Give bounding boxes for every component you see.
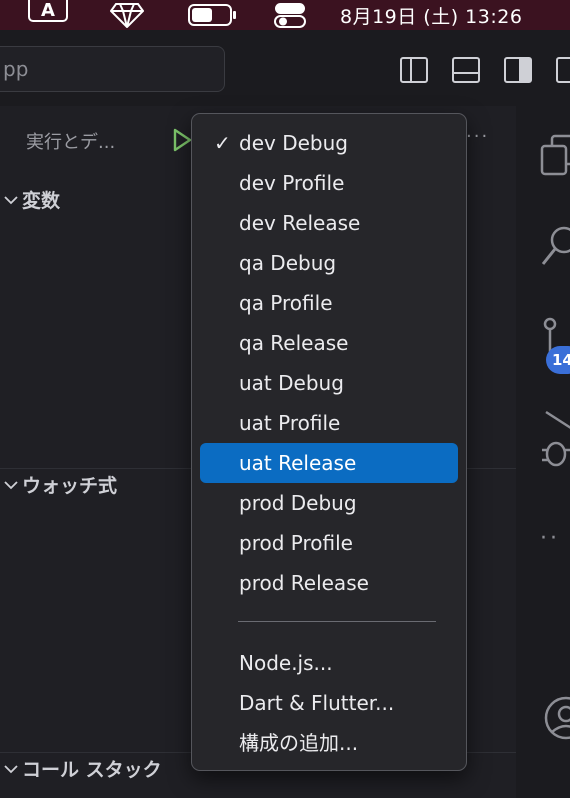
sidebar-title: 実行とデ... (26, 132, 116, 153)
menu-separator (238, 621, 436, 622)
start-debugging-icon[interactable] (172, 128, 192, 156)
option-label: uat Debug (239, 371, 344, 395)
customize-layout-icon[interactable] (556, 56, 570, 84)
watch-label: ウォッチ式 (22, 474, 118, 497)
config-option[interactable]: prod Profile (200, 523, 458, 563)
option-label: dev Profile (239, 171, 345, 195)
config-option-dart-flutter[interactable]: Dart & Flutter... (200, 683, 458, 723)
more-actions-icon[interactable]: ··· (466, 126, 489, 147)
chevron-down-icon (0, 188, 22, 210)
config-option[interactable]: qa Debug (200, 243, 458, 283)
config-option[interactable]: prod Release (200, 563, 458, 603)
title-toolbar: pp (0, 30, 570, 106)
command-center-search[interactable]: pp (0, 46, 225, 92)
more-views-icon[interactable]: ·· (540, 526, 560, 551)
option-label: qa Debug (239, 251, 337, 275)
option-label: qa Profile (239, 291, 333, 315)
config-option[interactable]: prod Debug (200, 483, 458, 523)
option-label: Dart & Flutter... (239, 691, 395, 715)
input-method-icon[interactable]: A (28, 0, 68, 22)
clock[interactable]: 8月19日 (土) 13:26 (340, 0, 522, 30)
control-center-icon[interactable] (274, 0, 308, 30)
option-label: prod Profile (239, 531, 353, 555)
add-configuration-option[interactable]: 構成の追加... (200, 723, 458, 763)
search-icon[interactable] (540, 224, 570, 272)
option-label: prod Release (239, 571, 369, 595)
gem-icon[interactable] (110, 0, 154, 30)
accounts-icon[interactable] (540, 696, 570, 744)
config-option[interactable]: uat Debug (200, 363, 458, 403)
config-option-highlighted[interactable]: uat Release (200, 443, 458, 483)
checkmark-icon: ✓ (214, 131, 231, 155)
config-option[interactable]: ✓ dev Debug (200, 123, 458, 163)
option-label: uat Release (239, 451, 357, 475)
chevron-down-icon (0, 473, 22, 495)
activity-bar: 14 ·· (516, 106, 570, 798)
config-option[interactable]: dev Release (200, 203, 458, 243)
callstack-label: コール スタック (22, 758, 162, 781)
menu-bar: A 8月19日 (土) 13:26 (0, 0, 570, 30)
variables-label: 変数 (22, 189, 61, 212)
toggle-panel-icon[interactable] (452, 56, 480, 84)
toggle-primary-sidebar-icon[interactable] (400, 56, 428, 84)
battery-icon[interactable] (188, 0, 240, 30)
launch-config-dropdown: ✓ dev Debug dev Profile dev Release qa D… (191, 113, 467, 771)
config-option-nodejs[interactable]: Node.js... (200, 643, 458, 683)
option-label: dev Release (239, 211, 361, 235)
run-debug-icon[interactable] (540, 408, 570, 472)
option-label: qa Release (239, 331, 349, 355)
source-control-badge: 14 (546, 346, 570, 374)
option-label: uat Profile (239, 411, 341, 435)
option-label: Node.js... (239, 651, 333, 675)
option-label: dev Debug (239, 131, 348, 155)
option-label: 構成の追加... (239, 731, 359, 755)
config-option[interactable]: qa Release (200, 323, 458, 363)
explorer-icon[interactable] (540, 134, 570, 180)
config-option[interactable]: uat Profile (200, 403, 458, 443)
option-label: prod Debug (239, 491, 357, 515)
toggle-secondary-sidebar-icon[interactable] (504, 56, 532, 84)
config-option[interactable]: dev Profile (200, 163, 458, 203)
config-option[interactable]: qa Profile (200, 283, 458, 323)
chevron-down-icon (0, 757, 22, 779)
